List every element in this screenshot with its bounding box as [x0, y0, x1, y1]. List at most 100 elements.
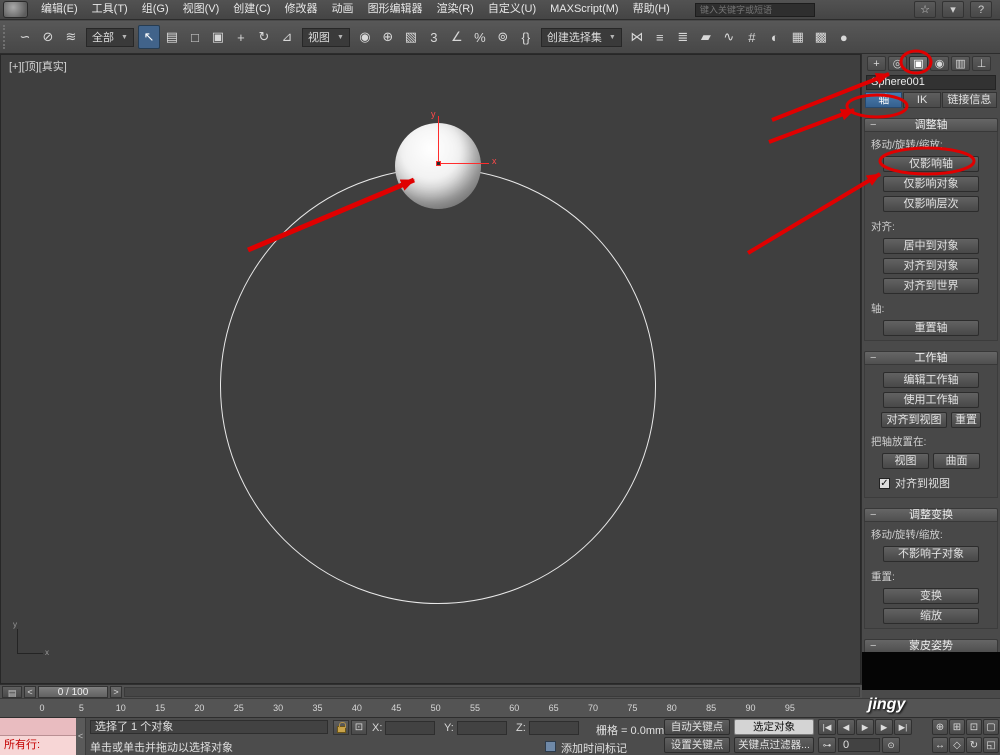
- select-and-scale-button[interactable]: ⊿: [276, 25, 298, 49]
- key-mode-toggle[interactable]: ⊶: [818, 737, 836, 753]
- z-coordinate-input[interactable]: [528, 721, 579, 735]
- unlink-selection-icon[interactable]: ⊘: [37, 25, 59, 49]
- display-tab-icon[interactable]: ▥: [951, 56, 970, 71]
- affect-pivot-only-button[interactable]: 仅影响轴: [883, 156, 979, 172]
- menu-item-7[interactable]: 图形编辑器: [361, 0, 430, 19]
- viewport-label[interactable]: [+][顶][真实]: [9, 58, 67, 74]
- track-bar[interactable]: 0 5 10 15 20 25 30 35 40 45 50 55 60 65 70 75 80 85 90 95: [0, 698, 1000, 718]
- next-frame-button[interactable]: ▶: [875, 719, 893, 735]
- edit-named-selection-sets-button[interactable]: {}: [515, 25, 537, 49]
- layer-manager-button[interactable]: ≣: [672, 25, 694, 49]
- reset-pivot-button[interactable]: 重置轴: [883, 320, 979, 336]
- align-button[interactable]: ≡: [649, 25, 671, 49]
- render-setup-button[interactable]: ▦: [787, 25, 809, 49]
- play-button[interactable]: ▶: [856, 719, 874, 735]
- tab-pivot[interactable]: 轴: [865, 92, 903, 108]
- menu-item-1[interactable]: 工具(T): [85, 0, 135, 19]
- bind-to-space-warp-icon[interactable]: ≋: [60, 25, 82, 49]
- go-to-end-button[interactable]: ▶|: [894, 719, 912, 735]
- reference-coordinate-dropdown[interactable]: 视图 ▼: [301, 27, 350, 47]
- create-tab-icon[interactable]: +: [867, 56, 886, 71]
- use-pivot-center-button[interactable]: ◉: [354, 25, 376, 49]
- menu-item-9[interactable]: 自定义(U): [481, 0, 543, 19]
- affect-hierarchy-only-button[interactable]: 仅影响层次: [883, 196, 979, 212]
- align-to-object-button[interactable]: 对齐到对象: [883, 258, 979, 274]
- modify-tab-icon[interactable]: ◎: [888, 56, 907, 71]
- hierarchy-tab-icon[interactable]: ▣: [909, 56, 928, 71]
- named-selection-sets-dropdown[interactable]: 创建选择集 ▼: [540, 27, 622, 47]
- zoom-extents-icon[interactable]: ⊡: [966, 719, 982, 735]
- viewport-top[interactable]: [+][顶][真实] y x x y: [0, 54, 861, 684]
- utilities-tab-icon[interactable]: ⊥: [972, 56, 991, 71]
- place-pivot-surface-button[interactable]: 曲面: [933, 453, 980, 469]
- render-production-button[interactable]: ●: [833, 25, 855, 49]
- rollout-header-adjust-pivot[interactable]: − 调整轴: [864, 118, 998, 132]
- select-and-manipulate-button[interactable]: ⊕: [377, 25, 399, 49]
- maximize-viewport-icon[interactable]: ◱: [983, 737, 999, 753]
- snaps-toggle-button[interactable]: 3: [423, 25, 445, 49]
- menu-item-2[interactable]: 组(G): [135, 0, 176, 19]
- zoom-all-icon[interactable]: ⊞: [949, 719, 965, 735]
- ribbon-toggle-button[interactable]: ▰: [695, 25, 717, 49]
- open-mini-curve-editor-button[interactable]: ▤: [2, 685, 22, 698]
- angle-snap-toggle[interactable]: ∠: [446, 25, 468, 49]
- menu-item-3[interactable]: 视图(V): [176, 0, 227, 19]
- spinner-snap-toggle[interactable]: ⊚: [492, 25, 514, 49]
- pan-icon[interactable]: ↔: [932, 737, 948, 753]
- align-to-view-checkbox[interactable]: ✓ 对齐到视图: [879, 475, 989, 491]
- select-by-name-button[interactable]: ▤: [161, 25, 183, 49]
- reset-scale-button[interactable]: 缩放: [883, 608, 979, 624]
- affect-object-only-button[interactable]: 仅影响对象: [883, 176, 979, 192]
- auto-key-button[interactable]: 自动关键点: [664, 719, 730, 735]
- use-working-pivot-button[interactable]: 使用工作轴: [883, 392, 979, 408]
- x-coordinate-input[interactable]: [385, 721, 436, 735]
- keyboard-override-toggle[interactable]: ▧: [400, 25, 422, 49]
- key-filters-button[interactable]: 关键点过滤器...: [734, 737, 814, 753]
- rendered-frame-window-button[interactable]: ▩: [810, 25, 832, 49]
- absolute-mode-toggle[interactable]: ⊡: [351, 720, 367, 735]
- add-time-tag-button[interactable]: 添加时间标记: [561, 740, 627, 755]
- communication-center-icon[interactable]: ▾: [942, 1, 964, 18]
- menu-item-11[interactable]: 帮助(H): [626, 0, 677, 19]
- zoom-icon[interactable]: ⊕: [932, 719, 948, 735]
- zoom-region-icon[interactable]: ▢: [983, 719, 999, 735]
- selection-lock-toggle[interactable]: [333, 720, 349, 735]
- menu-item-6[interactable]: 动画: [325, 0, 361, 19]
- motion-tab-icon[interactable]: ◉: [930, 56, 949, 71]
- infocenter-star-icon[interactable]: ☆: [914, 1, 936, 18]
- tab-link-info[interactable]: 链接信息: [941, 92, 997, 108]
- field-of-view-icon[interactable]: ◇: [949, 737, 965, 753]
- time-slider-handle[interactable]: 0 / 100: [38, 685, 108, 698]
- select-and-move-button[interactable]: +: [230, 25, 252, 49]
- menu-item-0[interactable]: 编辑(E): [34, 0, 85, 19]
- align-to-view-button[interactable]: 对齐到视图: [881, 412, 947, 428]
- select-and-link-icon[interactable]: ∽: [14, 25, 36, 49]
- previous-frame-button[interactable]: ◀: [837, 719, 855, 735]
- center-to-object-button[interactable]: 居中到对象: [883, 238, 979, 254]
- selection-set-dropdown[interactable]: 选定对象: [734, 719, 814, 735]
- align-to-world-button[interactable]: 对齐到世界: [883, 278, 979, 294]
- mirror-button[interactable]: ⋈: [626, 25, 648, 49]
- window-crossing-toggle[interactable]: ▣: [207, 25, 229, 49]
- next-frame-arrow[interactable]: >: [110, 685, 122, 698]
- time-configuration-button[interactable]: ⊙: [882, 737, 900, 753]
- material-editor-button[interactable]: ◐: [764, 25, 786, 49]
- selection-filter-dropdown[interactable]: 全部 ▼: [86, 27, 134, 47]
- edit-working-pivot-button[interactable]: 编辑工作轴: [883, 372, 979, 388]
- rollout-header-working-pivot[interactable]: − 工作轴: [864, 351, 998, 365]
- menu-item-10[interactable]: MAXScript(M): [543, 0, 625, 19]
- current-frame-field[interactable]: 0: [838, 738, 880, 752]
- maxscript-macro-recorder-cell[interactable]: [0, 718, 76, 736]
- menu-item-5[interactable]: 修改器: [278, 0, 325, 19]
- help-icon[interactable]: ?: [970, 1, 992, 18]
- reset-transform-button[interactable]: 变换: [883, 588, 979, 604]
- maxscript-mini-listener[interactable]: 所有行:: [0, 736, 76, 755]
- previous-frame-arrow[interactable]: <: [24, 685, 36, 698]
- curve-editor-button[interactable]: ∿: [718, 25, 740, 49]
- select-and-rotate-button[interactable]: ↻: [253, 25, 275, 49]
- selection-region-button[interactable]: □: [184, 25, 206, 49]
- reset-button[interactable]: 重置: [951, 412, 981, 428]
- orbit-icon[interactable]: ↻: [966, 737, 982, 753]
- select-object-button[interactable]: ↖: [137, 25, 160, 49]
- object-name-field[interactable]: Sphere001: [866, 75, 996, 90]
